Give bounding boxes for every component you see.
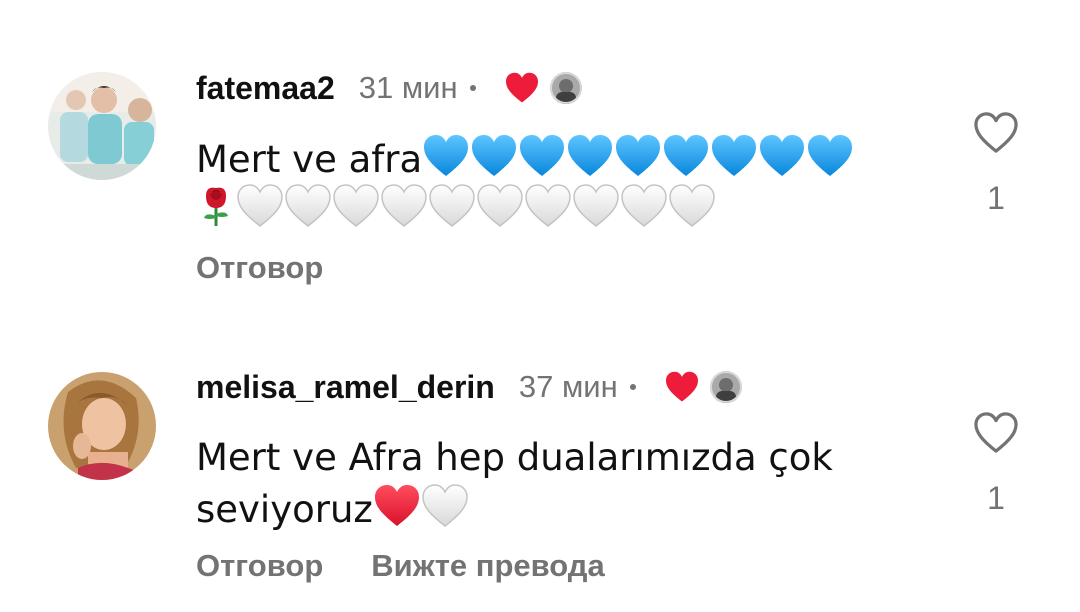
white-heart-emoji [380,184,428,240]
username[interactable]: fatemaa2 [196,70,335,107]
author-avatar [549,72,582,104]
comment-time: 37 мин [518,369,618,404]
comment-actions: Отговор Вижте превода [196,548,605,584]
blue-heart-emoji [710,134,758,190]
red-heart-emoji [373,484,421,540]
like-count: 1 [987,180,1005,216]
white-heart-emoji [524,184,572,240]
white-heart-emoji [421,484,469,540]
white-heart-emoji [428,184,476,240]
avatar[interactable] [48,372,156,480]
avatar[interactable] [48,72,156,180]
comment-text-line [196,184,896,232]
comment-text-line: Mert ve Afra hep dualarımızda çok [196,436,833,479]
comment-text-line: Mert ve afra [196,134,896,182]
white-heart-emoji [620,184,668,240]
comment-time: 31 мин [358,70,458,105]
white-heart-emoji [332,184,380,240]
rose-icon [196,184,236,240]
like-section: 1 [970,112,1022,217]
white-heart-row [236,188,716,231]
blue-heart-emoji [614,134,662,190]
blue-heart-emoji [662,134,710,190]
comment-text-line: seviyoruz [196,484,896,532]
avatar-photo-icon [48,72,156,180]
username[interactable]: melisa_ramel_derin [196,369,495,406]
author-avatar [709,371,742,403]
comment-text: Mert ve afra [196,134,896,232]
like-section: 1 [970,412,1022,517]
like-count: 1 [987,480,1005,516]
comment-text-prefix: Mert ve afra [196,138,423,181]
reply-button[interactable]: Отговор [196,250,323,286]
red-heart-icon [504,72,540,104]
blue-heart-emoji [470,134,518,190]
comment-actions: Отговор [196,250,323,286]
comment-text-suffix: seviyoruz [196,488,373,531]
white-heart-emoji [668,184,716,240]
avatar-photo-icon [48,372,156,480]
white-heart-emoji [236,184,284,240]
comment-meta: melisa_ramel_derin 37 мин [196,366,742,408]
blue-heart-emoji [518,134,566,190]
comment-meta: fatemaa2 31 мин [196,68,582,108]
white-heart-emoji [476,184,524,240]
heart-outline-icon[interactable] [973,412,1019,454]
blue-heart-emoji [566,134,614,190]
see-translation-button[interactable]: Вижте превода [371,548,604,584]
blue-heart-emoji [422,134,470,190]
heart-outline-icon[interactable] [973,112,1019,154]
blue-heart-row [422,138,854,181]
white-heart-emoji [284,184,332,240]
reply-button[interactable]: Отговор [196,548,323,584]
white-heart-emoji [572,184,620,240]
red-heart-icon [664,371,700,403]
comment-text: Mert ve Afra hep dualarımızda çok seviyo… [196,434,896,532]
blue-heart-emoji [806,134,854,190]
separator-dot [629,384,636,390]
blue-heart-emoji [758,134,806,190]
separator-dot [469,85,476,91]
